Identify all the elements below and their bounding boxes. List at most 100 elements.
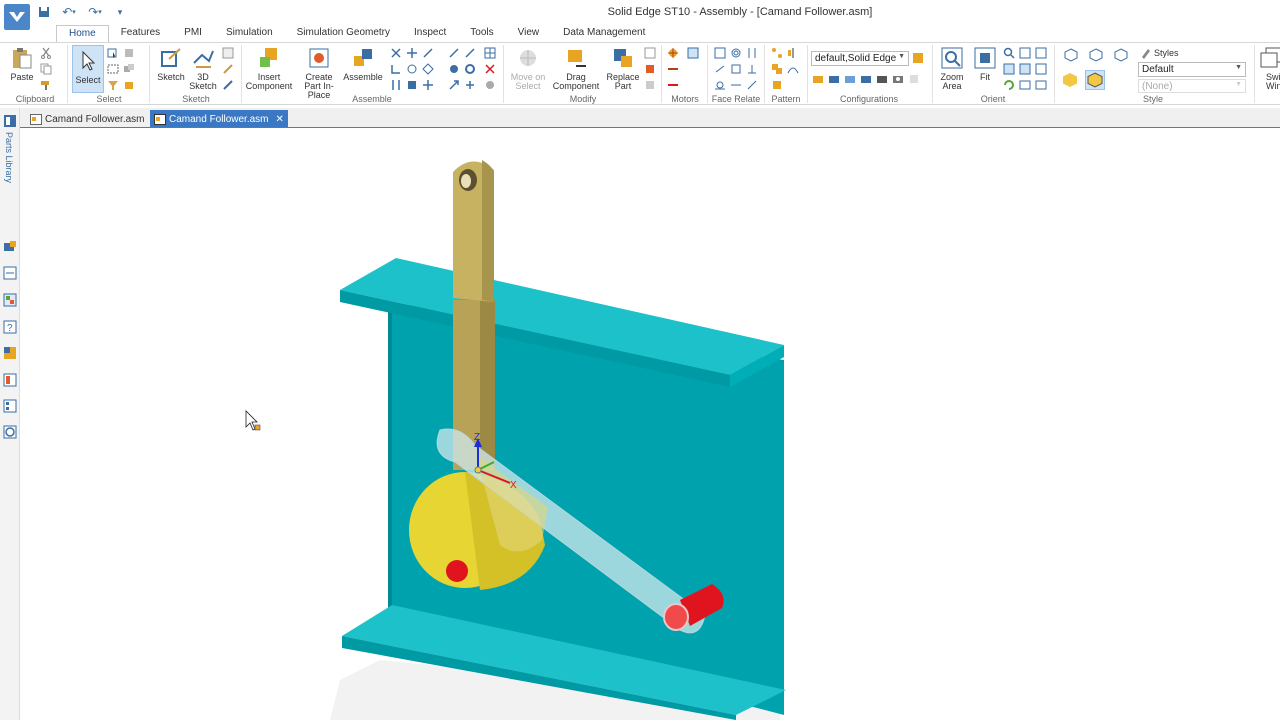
concentric-icon[interactable] [730, 47, 742, 59]
mirror-icon[interactable] [787, 47, 799, 59]
disperse-icon[interactable] [644, 79, 656, 91]
pattern-modify-icon[interactable] [644, 47, 656, 59]
tab-tools[interactable]: Tools [458, 25, 505, 43]
sketch-tool-icon[interactable] [222, 63, 234, 75]
previous-view-icon[interactable] [1019, 63, 1031, 75]
select-level-icon[interactable] [123, 79, 135, 91]
display-configurations-icon[interactable] [912, 52, 924, 64]
close-icon[interactable]: ✕ [275, 114, 283, 125]
planar-align-icon[interactable] [406, 47, 418, 59]
show-only-icon[interactable] [812, 73, 824, 85]
spin-about-icon[interactable] [1003, 79, 1015, 91]
rigid-face-icon[interactable] [746, 79, 758, 91]
coplanar-icon[interactable] [714, 63, 726, 75]
help-pane-icon[interactable]: ? [3, 320, 17, 334]
named-views-icon[interactable] [1035, 63, 1047, 75]
flash-fit-icon[interactable] [464, 79, 476, 91]
insert-relation-icon[interactable] [448, 47, 460, 59]
parts-library-tab[interactable]: Parts Library [4, 132, 14, 183]
hide-next-icon[interactable] [860, 73, 872, 85]
sketch-view-icon[interactable] [222, 47, 234, 59]
show-all-icon[interactable] [828, 73, 840, 85]
fastener-system-icon[interactable] [771, 79, 783, 91]
select-filter-icon[interactable] [107, 79, 119, 91]
zoom-area-button[interactable]: Zoom Area [936, 46, 968, 91]
rotate-icon[interactable] [1035, 47, 1047, 59]
redo-icon[interactable]: ↷ ▾ [84, 3, 106, 21]
shaded-icon[interactable] [1062, 72, 1078, 88]
parts-library-icon[interactable] [3, 114, 17, 128]
document-tab[interactable]: Camand Follower.asm ✕ [26, 110, 164, 127]
cam-icon[interactable] [422, 63, 434, 75]
move-on-select-button[interactable]: Move on Select [508, 46, 548, 91]
select-tools-pane-icon[interactable] [3, 293, 17, 307]
pan-icon[interactable] [1019, 47, 1031, 59]
motor-icon[interactable] [667, 47, 679, 59]
connect-icon[interactable] [464, 47, 476, 59]
view-options-icon[interactable] [908, 73, 920, 85]
create-part-in-place-button[interactable]: Create Part In-Place [296, 46, 342, 100]
select-tools-icon[interactable] [107, 47, 119, 59]
trimetric-view-icon[interactable] [1114, 48, 1128, 62]
relationship-options-icon[interactable] [484, 79, 496, 91]
dimetric-view-icon[interactable] [1089, 48, 1103, 62]
sketch-button[interactable]: Sketch [156, 46, 186, 82]
style-select[interactable]: Default ▼ [1138, 62, 1246, 77]
tab-simulation-geometry[interactable]: Simulation Geometry [285, 25, 402, 43]
parallel-icon[interactable] [390, 79, 402, 91]
sensors-icon[interactable] [3, 373, 17, 387]
parallel-face-icon[interactable] [730, 63, 742, 75]
tab-inspect[interactable]: Inspect [402, 25, 458, 43]
angle-icon[interactable] [390, 63, 402, 75]
axial-align-icon[interactable] [422, 47, 434, 59]
tangent-face-icon[interactable] [714, 79, 726, 91]
replace-part-button[interactable]: Replace Part [604, 46, 642, 91]
drag-component-button[interactable]: Drag Component [550, 46, 602, 91]
sketch-3d-button[interactable]: 3D Sketch [188, 46, 218, 91]
undo-icon[interactable]: ↶ ▾ [58, 3, 80, 21]
pattern-icon[interactable] [771, 47, 783, 59]
tangent-icon[interactable] [406, 63, 418, 75]
customize-qat-icon[interactable]: ▾ [114, 3, 126, 21]
insert-component-button[interactable]: Insert Component [244, 46, 294, 91]
document-tab-active[interactable]: Camand Follower.asm ✕ [150, 110, 288, 127]
background-select[interactable]: (None) ▼ [1138, 79, 1246, 93]
look-at-icon[interactable] [1019, 79, 1031, 91]
application-button[interactable] [4, 4, 30, 30]
tab-features[interactable]: Features [109, 25, 172, 43]
tab-simulation[interactable]: Simulation [214, 25, 285, 43]
symmetric-icon[interactable] [746, 47, 758, 59]
linear-motor-icon[interactable] [667, 63, 679, 75]
grid-relation-icon[interactable] [484, 47, 496, 59]
gear-relation-icon[interactable] [448, 63, 460, 75]
select-box-icon[interactable] [107, 63, 119, 75]
switch-windows-button[interactable]: Switch Windows [1258, 46, 1280, 91]
zoom-icon[interactable] [1003, 47, 1015, 59]
simulate-motor-icon[interactable] [687, 47, 699, 59]
mate-icon[interactable] [390, 47, 402, 59]
view-orientation-icon[interactable] [1003, 63, 1015, 75]
copy-icon[interactable] [40, 63, 52, 75]
format-painter-icon[interactable] [40, 79, 52, 91]
save-icon[interactable] [36, 3, 52, 21]
layers-icon[interactable] [3, 266, 17, 280]
tab-home[interactable]: Home [56, 25, 109, 43]
face-relate-icon[interactable] [714, 47, 726, 59]
pathfinder-icon[interactable] [3, 240, 17, 254]
select-group-icon[interactable] [123, 63, 135, 75]
tab-pmi[interactable]: PMI [172, 25, 214, 43]
select-part-icon[interactable] [123, 47, 135, 59]
configuration-select[interactable]: default,Solid Edge ▼ [811, 51, 909, 66]
duplicate-icon[interactable] [771, 63, 783, 75]
shaded-visible-edges-button[interactable] [1085, 70, 1105, 90]
feature-library-icon[interactable] [3, 399, 17, 413]
graphics-viewport[interactable]: Z X [21, 129, 1280, 720]
cut-icon[interactable] [40, 47, 52, 59]
tab-view[interactable]: View [506, 25, 552, 43]
tab-data-management[interactable]: Data Management [551, 25, 657, 43]
paste-button[interactable]: Paste [8, 46, 36, 82]
zone-icon[interactable] [876, 73, 888, 85]
color-pane-icon[interactable] [3, 346, 17, 360]
select-button[interactable]: Select [72, 45, 104, 93]
styles-icon[interactable] [1140, 47, 1152, 59]
